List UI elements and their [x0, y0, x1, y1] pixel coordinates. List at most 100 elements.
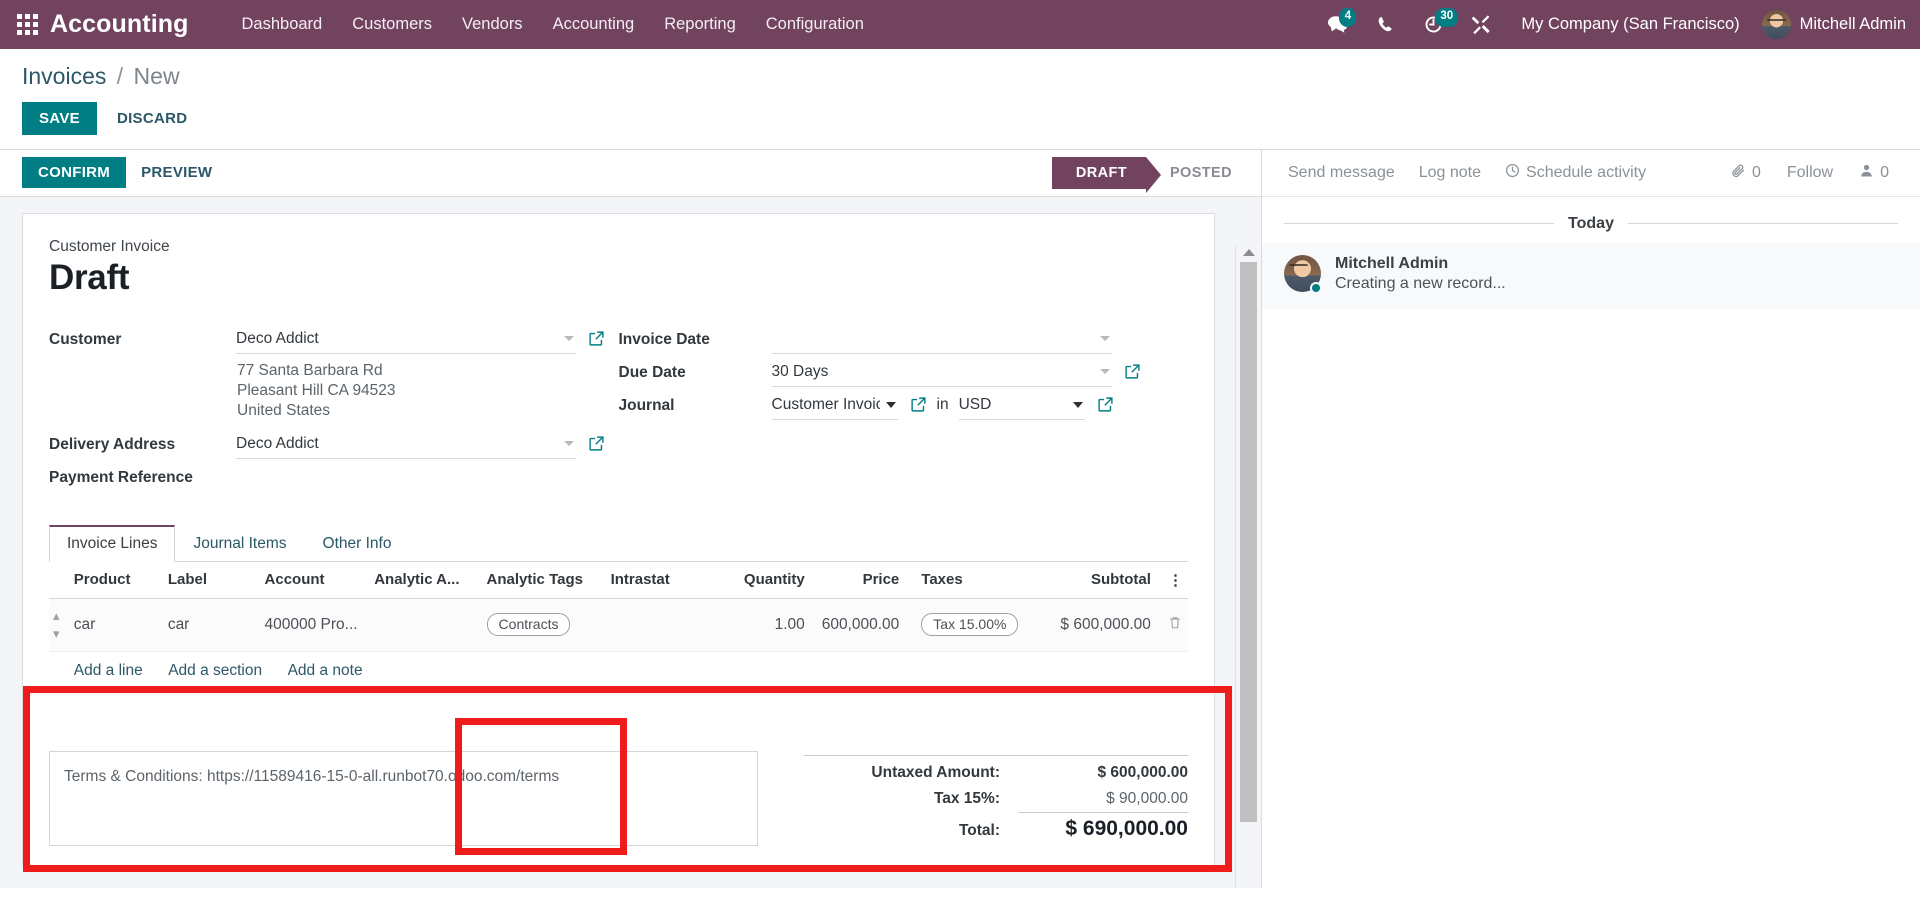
- customer-input[interactable]: Deco Addict: [236, 324, 576, 354]
- cell-analytic-account[interactable]: [366, 598, 479, 652]
- scrollbar-thumb[interactable]: [1240, 261, 1257, 822]
- add-a-section-link[interactable]: Add a section: [168, 662, 262, 679]
- due-date-input[interactable]: 30 Days: [771, 357, 1112, 387]
- currency-value: USD: [958, 395, 992, 413]
- invoice-lines-table: Product Label Account Analytic A... Anal…: [49, 561, 1188, 691]
- col-analytic-tags[interactable]: Analytic Tags: [478, 561, 603, 599]
- user-menu[interactable]: Mitchell Admin: [1756, 10, 1906, 39]
- nav-item-vendors[interactable]: Vendors: [447, 1, 538, 48]
- cell-taxes[interactable]: Tax 15.00%: [907, 598, 1031, 652]
- send-message-button[interactable]: Send message: [1276, 158, 1407, 188]
- tab-journal-items[interactable]: Journal Items: [175, 525, 304, 562]
- col-analytic-account[interactable]: Analytic A...: [366, 561, 479, 599]
- tax-pill[interactable]: Tax 15.00%: [921, 613, 1019, 637]
- messages-icon[interactable]: 4: [1313, 0, 1361, 49]
- totals-block: Untaxed Amount: $ 600,000.00 Tax 15%: $ …: [788, 751, 1188, 845]
- col-account[interactable]: Account: [256, 561, 367, 599]
- journal-internal-link-icon[interactable]: [910, 396, 927, 413]
- status-stage-posted[interactable]: POSTED: [1146, 157, 1251, 189]
- cell-analytic-tags[interactable]: Contracts: [478, 598, 603, 652]
- col-price[interactable]: Price: [812, 561, 908, 599]
- col-taxes[interactable]: Taxes: [907, 561, 1031, 599]
- save-button[interactable]: SAVE: [22, 101, 97, 135]
- apps-grid-icon[interactable]: [10, 8, 44, 42]
- activities-clock-icon[interactable]: 30: [1409, 0, 1459, 49]
- cell-quantity[interactable]: 1.00: [700, 598, 813, 652]
- payment-reference-input[interactable]: [236, 462, 576, 492]
- delivery-address-internal-link-icon[interactable]: [588, 435, 605, 452]
- vertical-scrollbar[interactable]: [1235, 243, 1261, 888]
- vertical-dots-icon[interactable]: ⋮: [1158, 561, 1188, 599]
- invoice-sheet: Customer Invoice Draft Customer Deco Add…: [22, 212, 1215, 867]
- app-brand-title[interactable]: Accounting: [50, 10, 189, 39]
- nav-item-reporting[interactable]: Reporting: [649, 1, 751, 48]
- col-drag: [49, 561, 66, 599]
- currency-in-word: in: [936, 395, 949, 413]
- form-column-right: Invoice Date Due Date 30 Days Journal Cu…: [619, 324, 1189, 495]
- debug-tools-icon[interactable]: [1457, 0, 1505, 49]
- terms-and-conditions-field[interactable]: Terms & Conditions: https://11589416-15-…: [49, 750, 758, 846]
- scroll-up-arrow-icon[interactable]: [1242, 248, 1255, 256]
- breadcrumb-invoices[interactable]: Invoices: [22, 63, 106, 89]
- cell-price[interactable]: 600,000.00: [812, 598, 908, 652]
- nav-item-customers[interactable]: Customers: [337, 1, 447, 48]
- phone-icon[interactable]: [1361, 0, 1409, 49]
- confirm-button[interactable]: CONFIRM: [22, 157, 127, 189]
- top-navbar: Accounting Dashboard Customers Vendors A…: [0, 0, 1920, 49]
- trash-icon[interactable]: [1158, 598, 1188, 652]
- col-subtotal[interactable]: Subtotal: [1030, 561, 1159, 599]
- date-separator-label: Today: [1568, 214, 1614, 232]
- add-a-line-link[interactable]: Add a line: [74, 662, 143, 679]
- currency-internal-link-icon[interactable]: [1097, 396, 1114, 413]
- col-quantity[interactable]: Quantity: [700, 561, 813, 599]
- col-product[interactable]: Product: [65, 561, 160, 599]
- analytic-tag-pill[interactable]: Contracts: [486, 613, 571, 637]
- attachment-count-button[interactable]: 0: [1720, 157, 1772, 189]
- due-date-internal-link-icon[interactable]: [1124, 363, 1141, 380]
- cell-label[interactable]: car: [159, 598, 257, 652]
- add-row: Add a line Add a section Add a note: [49, 651, 1188, 691]
- discard-button[interactable]: DISCARD: [102, 102, 202, 135]
- notebook: Invoice Lines Journal Items Other Info P…: [49, 524, 1188, 691]
- separator-line-right: [1627, 223, 1898, 225]
- total-value: $ 690,000.00: [1065, 816, 1188, 840]
- chatter-toolbar: Send message Log note Schedule activity: [1262, 149, 1920, 197]
- schedule-activity-button[interactable]: Schedule activity: [1493, 157, 1658, 189]
- currency-input[interactable]: USD: [958, 390, 1085, 420]
- tax-label[interactable]: Tax 15%:: [788, 790, 1018, 808]
- followers-count-button[interactable]: 0: [1848, 157, 1900, 189]
- table-row[interactable]: ▴ ▾ car car 400000 Pro... Contracts 1.00…: [49, 598, 1188, 652]
- user-name: Mitchell Admin: [1799, 15, 1906, 33]
- nav-item-accounting[interactable]: Accounting: [538, 1, 650, 48]
- company-switcher[interactable]: My Company (San Francisco): [1505, 15, 1755, 34]
- cell-product[interactable]: car: [65, 598, 160, 652]
- separator-line-left: [1284, 223, 1555, 225]
- status-stages: DRAFT POSTED: [1051, 156, 1251, 193]
- tab-other-info[interactable]: Other Info: [305, 525, 410, 562]
- cell-intrastat[interactable]: [602, 598, 701, 652]
- send-message-label: Send message: [1288, 163, 1395, 181]
- record-action-buttons: SAVE DISCARD: [0, 96, 1920, 149]
- follow-label: Follow: [1786, 163, 1834, 181]
- customer-internal-link-icon[interactable]: [588, 330, 605, 347]
- add-a-note-link[interactable]: Add a note: [288, 662, 363, 679]
- log-note-button[interactable]: Log note: [1407, 158, 1493, 188]
- journal-input[interactable]: Customer Invoice: [771, 390, 898, 420]
- nav-item-dashboard[interactable]: Dashboard: [227, 1, 338, 48]
- col-label[interactable]: Label: [159, 561, 257, 599]
- cell-account[interactable]: 400000 Pro...: [256, 598, 367, 652]
- follow-button[interactable]: Follow: [1776, 158, 1844, 188]
- customer-address-block: 77 Santa Barbara Rd Pleasant Hill CA 945…: [49, 357, 619, 421]
- invoice-date-input[interactable]: [771, 324, 1112, 354]
- activities-badge: 30: [1435, 8, 1459, 27]
- due-date-value: 30 Days: [771, 362, 829, 380]
- delivery-address-input[interactable]: Deco Addict: [236, 429, 576, 459]
- col-intrastat[interactable]: Intrastat: [602, 561, 701, 599]
- status-stage-draft[interactable]: DRAFT: [1051, 156, 1162, 193]
- preview-button[interactable]: PREVIEW: [126, 156, 227, 189]
- address-line-1: 77 Santa Barbara Rd: [237, 361, 383, 379]
- nav-item-configuration[interactable]: Configuration: [751, 1, 879, 48]
- tab-invoice-lines[interactable]: Invoice Lines: [49, 524, 176, 562]
- user-icon: [1859, 163, 1874, 183]
- drag-handle-icon[interactable]: ▴ ▾: [49, 598, 66, 652]
